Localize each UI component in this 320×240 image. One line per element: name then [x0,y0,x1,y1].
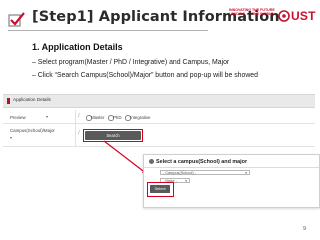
chevron-down-icon: ▾ [185,179,187,183]
campus-select[interactable]: - Campus(School) - ▾ [160,170,250,175]
highlight-box [147,182,174,197]
page-number: 9 [302,226,306,232]
campus-major-popup: Select a campus(School) and major - Camp… [143,154,320,208]
popup-title: Select a campus(School) and major [156,159,248,165]
popup-icon [149,159,154,164]
campus-select-value: - Campus(School) - [163,171,196,175]
chevron-down-icon: ▾ [245,171,247,175]
popup-divider [144,167,319,168]
